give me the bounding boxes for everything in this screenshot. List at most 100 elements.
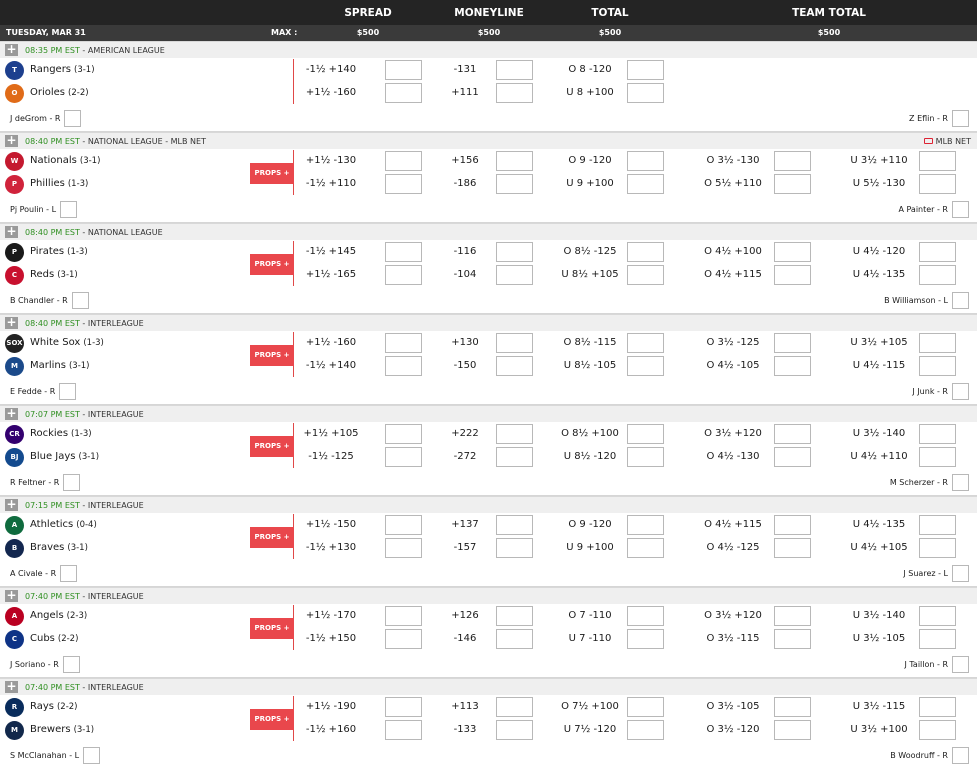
away-pitcher-checkbox[interactable]	[63, 474, 81, 491]
home-pitcher-checkbox[interactable]	[952, 747, 969, 764]
moneyline-bet-input[interactable]	[496, 265, 533, 285]
props-button[interactable]: PROPS +	[250, 618, 294, 639]
team-total-over-bet-input[interactable]	[774, 515, 811, 535]
home-pitcher-checkbox[interactable]	[952, 565, 969, 582]
expand-game-button[interactable]: +	[5, 225, 18, 238]
moneyline-bet-input[interactable]	[496, 697, 533, 717]
spread-bet-input[interactable]	[385, 60, 422, 80]
away-pitcher-checkbox[interactable]	[64, 110, 82, 127]
expand-game-button[interactable]: +	[5, 498, 18, 511]
props-button[interactable]: PROPS +	[250, 254, 294, 275]
team-total-over-bet-input[interactable]	[774, 356, 811, 376]
total-bet-input[interactable]	[627, 333, 664, 353]
spread-bet-input[interactable]	[385, 538, 422, 558]
team-total-over-bet-input[interactable]	[774, 720, 811, 740]
expand-game-button[interactable]: +	[5, 407, 18, 420]
spread-bet-input[interactable]	[385, 151, 422, 171]
team-total-under-bet-input[interactable]	[919, 356, 956, 376]
home-pitcher-checkbox[interactable]	[952, 383, 969, 400]
total-bet-input[interactable]	[627, 606, 664, 626]
moneyline-bet-input[interactable]	[496, 447, 533, 467]
props-button[interactable]: PROPS +	[250, 163, 294, 184]
team-total-over-bet-input[interactable]	[774, 174, 811, 194]
spread-bet-input[interactable]	[385, 720, 422, 740]
team-total-over-bet-input[interactable]	[774, 242, 811, 262]
team-total-over-bet-input[interactable]	[774, 265, 811, 285]
spread-bet-input[interactable]	[385, 174, 422, 194]
total-bet-input[interactable]	[627, 356, 664, 376]
moneyline-bet-input[interactable]	[496, 242, 533, 262]
moneyline-bet-input[interactable]	[496, 515, 533, 535]
spread-bet-input[interactable]	[385, 697, 422, 717]
home-pitcher-checkbox[interactable]	[952, 292, 969, 309]
team-total-under-bet-input[interactable]	[919, 151, 956, 171]
total-bet-input[interactable]	[627, 447, 664, 467]
home-pitcher-checkbox[interactable]	[952, 201, 969, 218]
total-bet-input[interactable]	[627, 697, 664, 717]
spread-bet-input[interactable]	[385, 265, 422, 285]
team-total-over-bet-input[interactable]	[774, 538, 811, 558]
total-bet-input[interactable]	[627, 83, 664, 103]
team-total-under-bet-input[interactable]	[919, 697, 956, 717]
spread-bet-input[interactable]	[385, 424, 422, 444]
away-pitcher-checkbox[interactable]	[83, 747, 101, 764]
total-bet-input[interactable]	[627, 265, 664, 285]
spread-bet-input[interactable]	[385, 629, 422, 649]
team-total-under-bet-input[interactable]	[919, 606, 956, 626]
team-total-over-bet-input[interactable]	[774, 629, 811, 649]
spread-bet-input[interactable]	[385, 606, 422, 626]
spread-bet-input[interactable]	[385, 242, 422, 262]
expand-game-button[interactable]: +	[5, 43, 18, 56]
moneyline-bet-input[interactable]	[496, 538, 533, 558]
moneyline-bet-input[interactable]	[496, 606, 533, 626]
spread-bet-input[interactable]	[385, 83, 422, 103]
expand-game-button[interactable]: +	[5, 134, 18, 147]
total-bet-input[interactable]	[627, 538, 664, 558]
team-total-over-bet-input[interactable]	[774, 424, 811, 444]
total-bet-input[interactable]	[627, 629, 664, 649]
moneyline-bet-input[interactable]	[496, 356, 533, 376]
moneyline-bet-input[interactable]	[496, 424, 533, 444]
team-total-under-bet-input[interactable]	[919, 515, 956, 535]
total-bet-input[interactable]	[627, 515, 664, 535]
props-button[interactable]: PROPS +	[250, 436, 294, 457]
moneyline-bet-input[interactable]	[496, 629, 533, 649]
total-bet-input[interactable]	[627, 174, 664, 194]
team-total-under-bet-input[interactable]	[919, 720, 956, 740]
team-total-under-bet-input[interactable]	[919, 447, 956, 467]
team-total-over-bet-input[interactable]	[774, 447, 811, 467]
total-bet-input[interactable]	[627, 424, 664, 444]
team-total-under-bet-input[interactable]	[919, 333, 956, 353]
moneyline-bet-input[interactable]	[496, 60, 533, 80]
home-pitcher-checkbox[interactable]	[952, 656, 969, 673]
moneyline-bet-input[interactable]	[496, 151, 533, 171]
spread-bet-input[interactable]	[385, 333, 422, 353]
tv-network[interactable]: MLB NET	[923, 133, 971, 150]
expand-game-button[interactable]: +	[5, 589, 18, 602]
moneyline-bet-input[interactable]	[496, 174, 533, 194]
total-bet-input[interactable]	[627, 151, 664, 171]
team-total-over-bet-input[interactable]	[774, 697, 811, 717]
away-pitcher-checkbox[interactable]	[60, 565, 78, 582]
total-bet-input[interactable]	[627, 60, 664, 80]
away-pitcher-checkbox[interactable]	[60, 201, 78, 218]
away-pitcher-checkbox[interactable]	[62, 656, 80, 673]
away-pitcher-checkbox[interactable]	[71, 292, 89, 309]
team-total-under-bet-input[interactable]	[919, 242, 956, 262]
expand-game-button[interactable]: +	[5, 316, 18, 329]
props-button[interactable]: PROPS +	[250, 709, 294, 730]
spread-bet-input[interactable]	[385, 515, 422, 535]
moneyline-bet-input[interactable]	[496, 333, 533, 353]
total-bet-input[interactable]	[627, 242, 664, 262]
team-total-under-bet-input[interactable]	[919, 538, 956, 558]
team-total-over-bet-input[interactable]	[774, 333, 811, 353]
team-total-over-bet-input[interactable]	[774, 151, 811, 171]
team-total-under-bet-input[interactable]	[919, 174, 956, 194]
team-total-under-bet-input[interactable]	[919, 265, 956, 285]
props-button[interactable]: PROPS +	[250, 527, 294, 548]
home-pitcher-checkbox[interactable]	[952, 110, 969, 127]
spread-bet-input[interactable]	[385, 447, 422, 467]
moneyline-bet-input[interactable]	[496, 720, 533, 740]
total-bet-input[interactable]	[627, 720, 664, 740]
team-total-over-bet-input[interactable]	[774, 606, 811, 626]
